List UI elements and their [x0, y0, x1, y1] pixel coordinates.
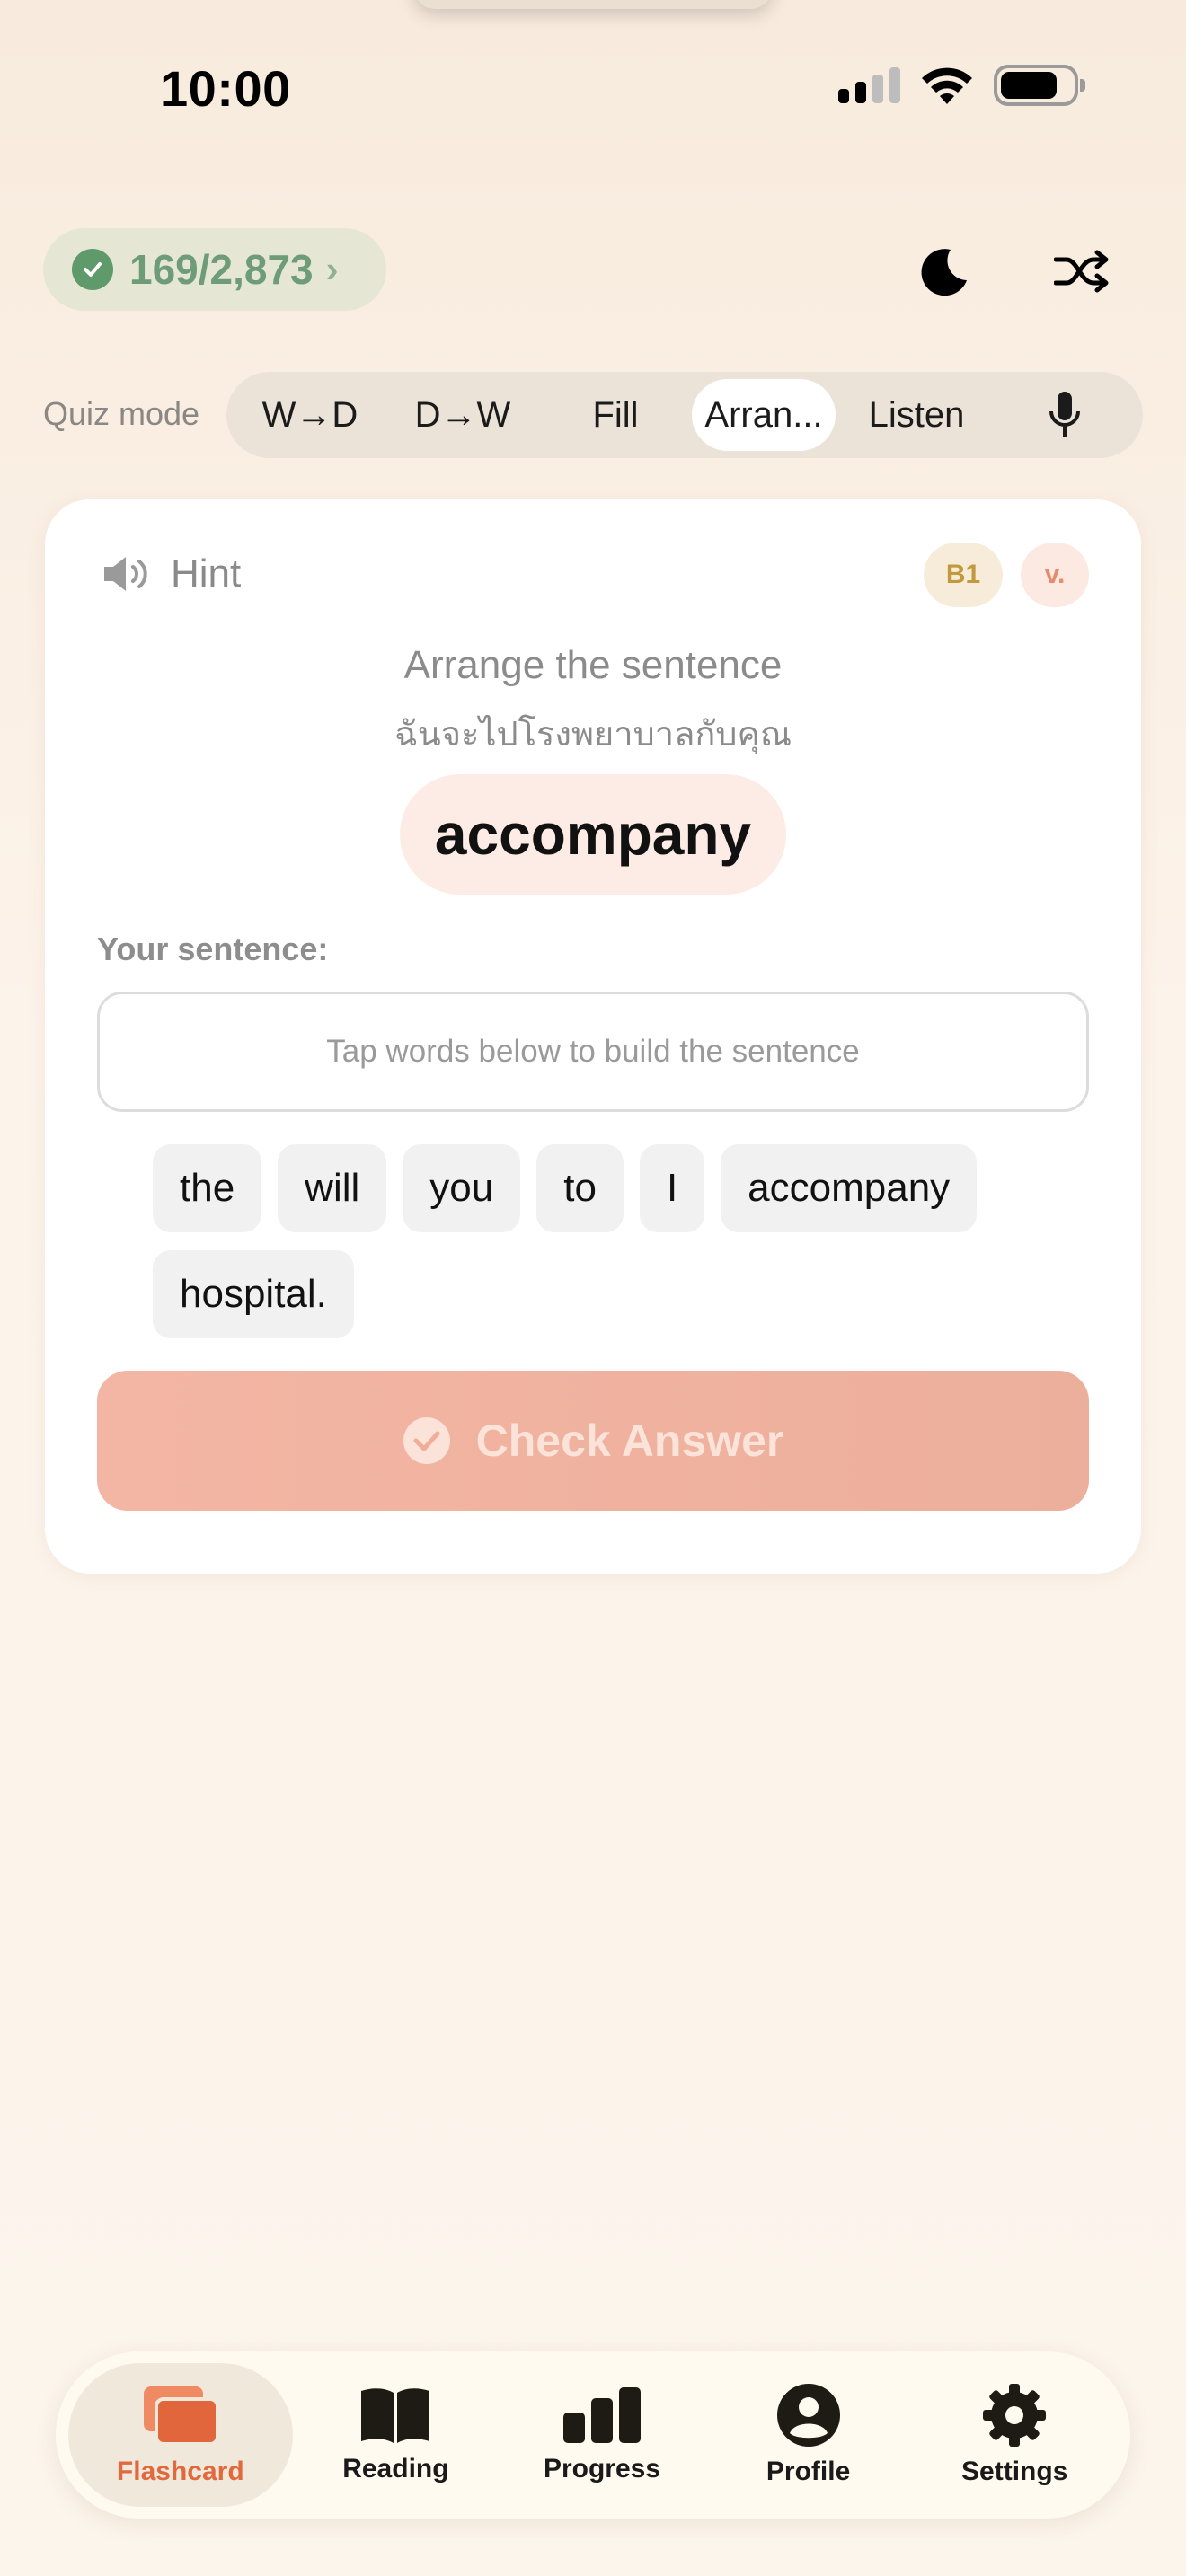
hint-button[interactable]: Hint — [101, 551, 241, 596]
tab-profile[interactable]: Profile — [705, 2363, 912, 2507]
check-answer-button[interactable]: Check Answer — [97, 1371, 1089, 1511]
shuffle-icon — [1054, 250, 1109, 293]
tab-label: Progress — [543, 2454, 661, 2483]
translation-text: ฉันจะไปโรงพยาบาลกับคุณ — [394, 716, 792, 754]
status-time: 10:00 — [160, 60, 291, 117]
word-chip[interactable]: accompany — [721, 1144, 978, 1232]
chevron-right-icon: › — [325, 248, 339, 290]
book-icon — [361, 2388, 430, 2443]
speaker-icon — [104, 557, 147, 591]
mode-fill[interactable]: Fill — [539, 379, 692, 451]
tab-label: Flashcard — [116, 2457, 244, 2486]
word-chip[interactable]: I — [639, 1144, 705, 1232]
quiz-card: Hint B1 v. Arrange the sentence ฉันจะไปโ… — [45, 499, 1141, 1574]
microphone-icon — [1049, 392, 1080, 437]
word-chip[interactable]: the — [153, 1144, 262, 1232]
check-circle-icon — [403, 1417, 450, 1464]
tab-label: Reading — [342, 2454, 449, 2483]
mode-word-to-definition[interactable]: W→D — [234, 379, 386, 451]
progress-pill[interactable]: 169/2,873 › — [43, 228, 386, 311]
word-chip[interactable]: to — [536, 1144, 624, 1232]
tab-reading[interactable]: Reading — [293, 2363, 500, 2507]
check-circle-icon — [72, 249, 113, 290]
wifi-icon — [922, 67, 972, 104]
gear-icon — [983, 2384, 1047, 2447]
instruction-text: Arrange the sentence — [403, 643, 783, 687]
moon-icon — [921, 249, 967, 296]
tab-progress[interactable]: Progress — [499, 2363, 705, 2507]
hint-label: Hint — [171, 551, 242, 595]
bottom-tab-bar: Flashcard Reading Progress Profile Setti… — [56, 2351, 1130, 2519]
word-chip-bank: the will you to I accompany hospital. — [153, 1144, 1051, 1338]
sentence-label: Your sentence: — [97, 931, 329, 967]
word-chip[interactable]: will — [278, 1144, 387, 1232]
shuffle-button[interactable] — [1046, 235, 1118, 307]
mode-speak[interactable] — [997, 379, 1132, 451]
tab-flashcard[interactable]: Flashcard — [68, 2363, 293, 2507]
tab-settings[interactable]: Settings — [911, 2363, 1118, 2507]
quiz-mode-label: Quiz mode — [43, 395, 200, 432]
quiz-mode-selector: W→D D→W Fill Arran... Listen — [226, 372, 1143, 458]
mode-definition-to-word[interactable]: D→W — [386, 379, 539, 451]
progress-count: 169/2,873 — [129, 246, 314, 293]
person-icon — [776, 2384, 840, 2447]
target-word: accompany — [400, 774, 786, 895]
flashcard-icon — [143, 2386, 219, 2446]
dynamic-island-shadow — [413, 0, 773, 9]
mode-listen[interactable]: Listen — [836, 379, 997, 451]
status-icons — [838, 65, 1085, 106]
level-badge: B1 — [924, 543, 1003, 607]
bar-chart-icon — [562, 2387, 641, 2443]
sentence-answer-area[interactable]: Tap words below to build the sentence — [97, 992, 1089, 1112]
tab-label: Profile — [766, 2457, 851, 2486]
word-chip[interactable]: you — [403, 1144, 521, 1232]
dark-mode-button[interactable] — [907, 235, 979, 307]
tab-label: Settings — [961, 2457, 1068, 2486]
check-answer-label: Check Answer — [475, 1416, 784, 1466]
mode-arrange[interactable]: Arran... — [692, 379, 836, 451]
part-of-speech-badge: v. — [1021, 543, 1089, 607]
word-chip[interactable]: hospital. — [153, 1250, 354, 1338]
battery-icon — [994, 65, 1085, 106]
cellular-signal-icon — [838, 67, 900, 103]
